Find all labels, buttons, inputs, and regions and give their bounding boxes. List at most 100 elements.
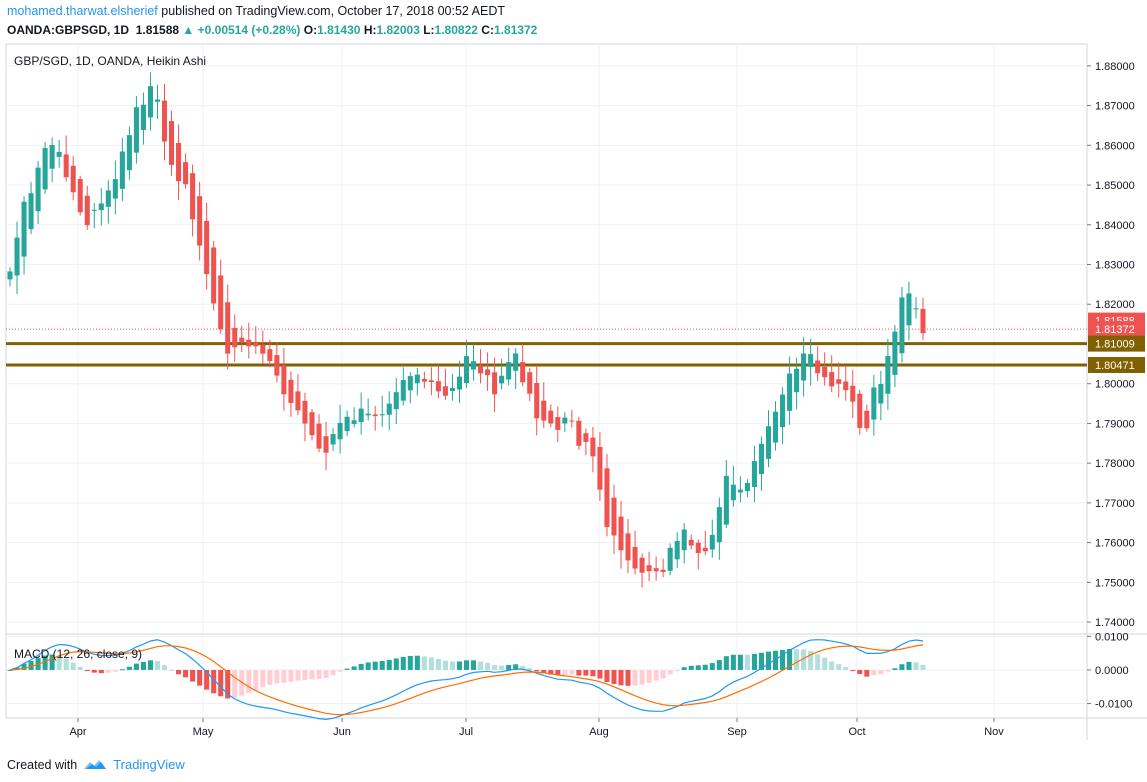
candle-body [91,209,97,211]
tradingview-brand[interactable]: TradingView [113,757,185,772]
macd-histogram-bar [660,669,666,679]
candle-body [780,394,786,428]
x-tick-label: Jun [333,726,351,738]
candle-body [372,414,378,417]
candle-body [140,104,146,130]
candle-body [688,539,694,546]
macd-histogram-bar [583,669,589,676]
candle-body [267,349,273,362]
candle-body [625,533,631,561]
macd-histogram-bar [365,662,371,670]
x-tick-label: May [193,726,214,738]
candle-body [660,569,666,572]
macd-histogram-bar [646,669,652,683]
macd-histogram-bar [836,664,842,670]
candle-body [871,387,877,420]
candle-body [618,516,624,551]
macd-histogram-bar [98,669,104,674]
macd-histogram-bar [815,654,821,670]
candle-body [716,507,722,543]
candle-body [836,379,842,384]
time-axis: Apr May Jun Jul Aug Sep Oct Nov [69,718,1004,738]
x-tick-label: Apr [69,726,86,738]
candle-body [878,384,884,404]
macd-histogram-bar [709,663,715,670]
candle-body [758,443,764,475]
candle-body [485,369,491,376]
candle-body [815,360,821,374]
macd-histogram-bar [147,660,153,670]
macd-histogram-bar [288,669,294,682]
candle-body [442,386,448,396]
candle-body [169,121,175,165]
candle-body [506,362,512,380]
macd-histogram-bar [737,654,743,670]
macd-histogram-bar [871,669,877,676]
macd-histogram-bar [140,662,146,670]
x-tick-label: Oct [848,726,865,738]
candle-body [513,353,519,371]
candle-body [421,378,427,382]
macd-histogram-bar [105,669,111,673]
macd-histogram-bar [625,669,631,686]
y-tick-label: 1.88000 [1095,61,1135,73]
candle-body [702,547,708,552]
macd-histogram-bar [913,662,919,670]
candle-body [190,173,196,220]
candle-body [105,190,111,207]
candle-body [133,107,139,153]
candle-body [794,368,800,393]
macd-histogram-bar [246,669,252,694]
macd-histogram-bar [154,661,161,670]
macd-histogram-bar [597,669,603,679]
candle-body [632,546,638,569]
macd-histogram-bar [906,661,912,670]
candle-body [583,433,589,442]
candle-body [330,434,336,445]
chart-title: GBP/SGD, 1D, OANDA, Heikin Ashi [14,54,206,68]
candle-body [920,308,926,334]
macd-histogram-bar [878,669,884,675]
macd-histogram-bar [267,669,273,685]
macd-histogram-bar [478,661,484,670]
macd-histogram-bar [653,669,659,681]
macd-histogram-bar [183,669,189,678]
candle-body [7,271,13,280]
x-tick-label: Sep [727,726,747,738]
candle-body [63,154,69,178]
candle-body [541,400,547,421]
macd-histogram-bar [780,649,786,670]
macd-histogram-bar [744,654,750,670]
candle-body [126,135,132,171]
price-axis: 1.88000 1.87000 1.86000 1.85000 1.84000 1.830… [1087,61,1145,711]
macd-histogram-bar [499,665,505,670]
candle-body [274,355,280,376]
macd-histogram-bar [323,669,329,678]
macd-histogram-bar [281,669,287,683]
candle-body [21,201,27,257]
candle-body [239,337,245,342]
macd-histogram-bar [218,669,224,697]
candle-body [42,148,48,190]
macd-histogram-bar [765,651,772,670]
candle-body [302,400,308,424]
candle-body [84,195,90,226]
macd-histogram-bar [920,664,926,670]
candle-body [260,344,266,354]
candle-body [667,547,673,571]
macd-histogram-bar [316,669,322,679]
candle-body [534,382,540,419]
candle-body [456,376,463,390]
macd-histogram-bar [485,662,491,670]
candle-body [56,152,62,157]
candle-body [28,193,34,230]
candle-body [379,414,385,416]
candle-body [751,461,757,487]
chart-area[interactable]: 1.88000 1.87000 1.86000 1.85000 1.84000 1.830… [0,0,1147,782]
macd-histogram-bar [295,669,301,681]
candle-body [281,365,287,395]
candle-body [232,327,238,348]
y-tick-label: 1.80000 [1095,379,1135,391]
candle-body [674,541,680,560]
price-label: 1.81372 [1095,324,1135,336]
